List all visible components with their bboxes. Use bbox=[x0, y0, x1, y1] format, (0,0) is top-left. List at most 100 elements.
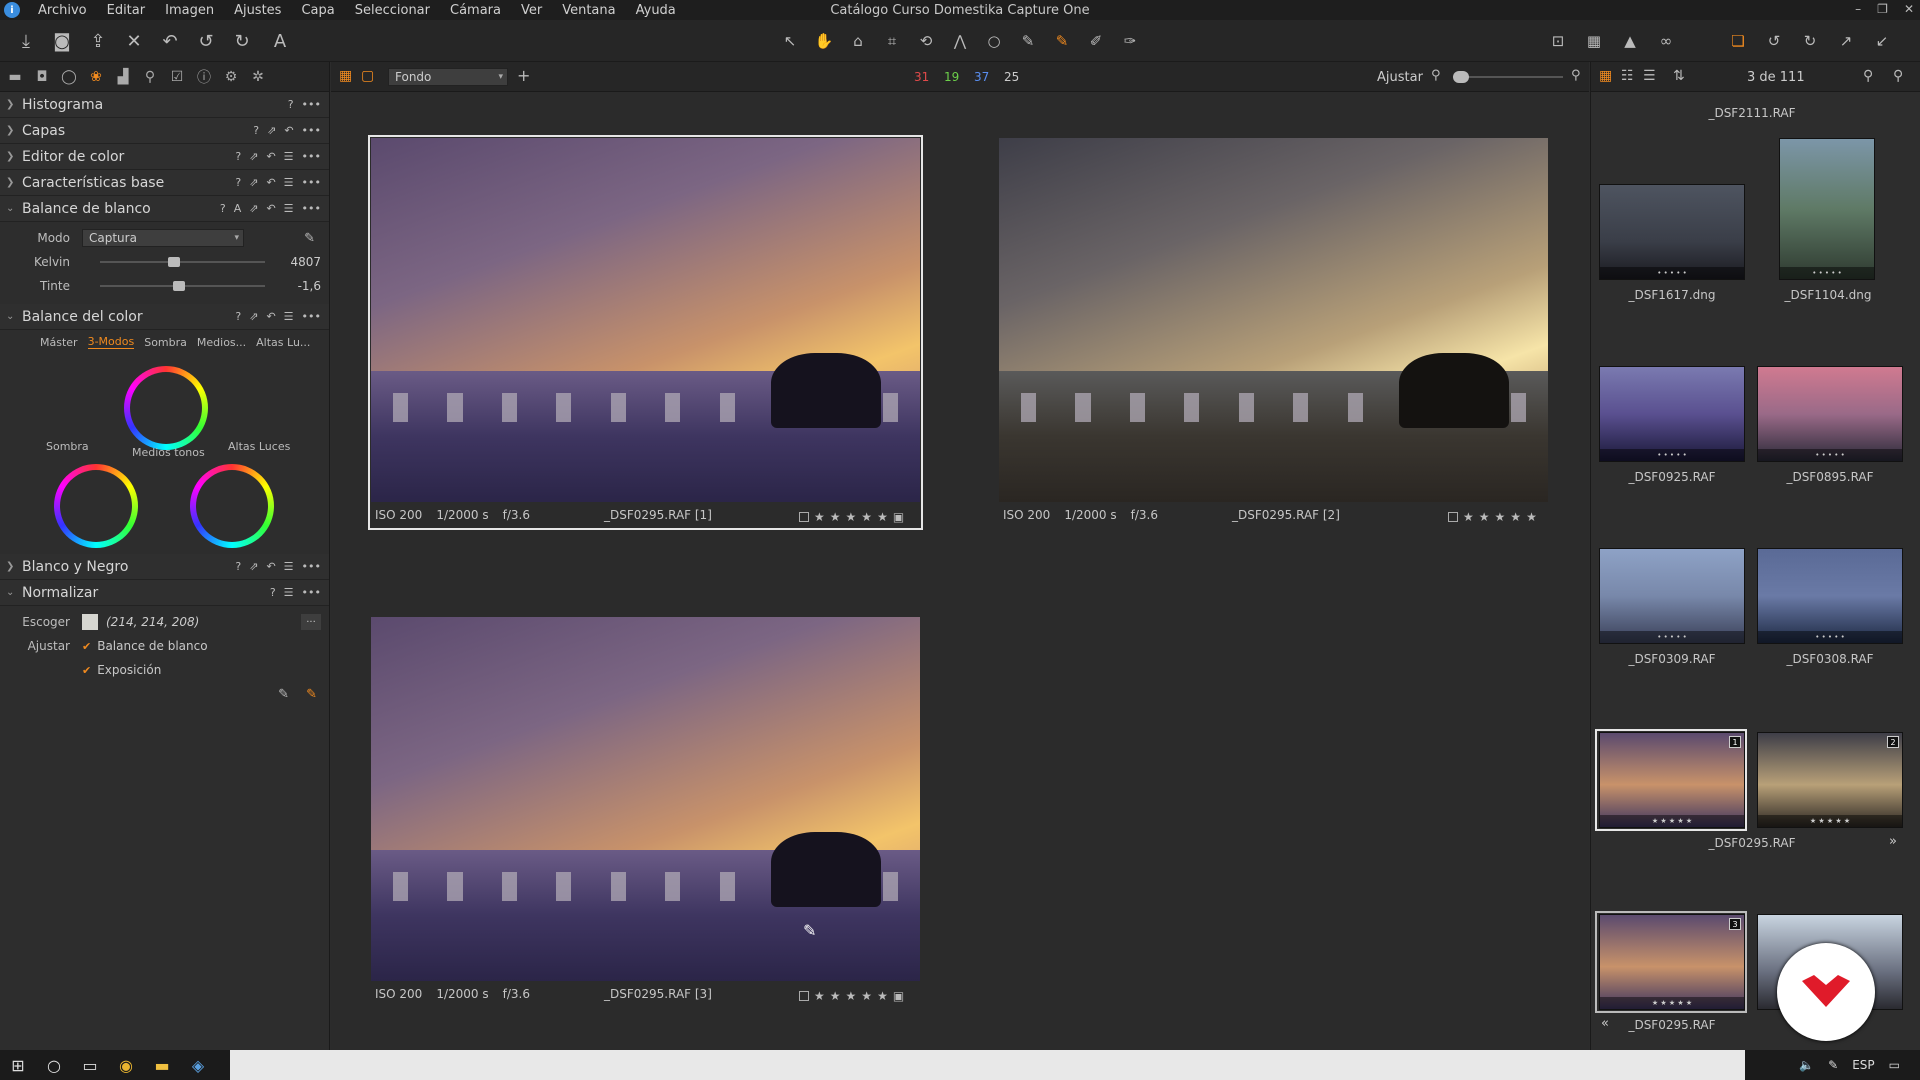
tool-caracteristicas[interactable]: ❯ Características base? ⇗ ↶ ☰ ••• bbox=[0, 170, 329, 196]
tab-sombra[interactable]: Sombra bbox=[144, 336, 187, 349]
import-icon[interactable]: ⤓ bbox=[12, 27, 40, 55]
wb-checkbox[interactable]: ✔ bbox=[82, 640, 91, 653]
file-explorer-icon[interactable]: ▬ bbox=[144, 1050, 180, 1080]
photo-2[interactable] bbox=[999, 138, 1548, 502]
thumb-5[interactable]: • • • • • bbox=[1599, 548, 1745, 644]
menu-editar[interactable]: Editar bbox=[97, 3, 156, 18]
picker-active-icon[interactable]: ✎ bbox=[1048, 27, 1076, 55]
horizontal-scrollbar[interactable] bbox=[230, 1050, 1745, 1080]
help-icon[interactable]: ? bbox=[235, 150, 241, 163]
more-icon[interactable]: ••• bbox=[302, 586, 321, 599]
thumb-7[interactable]: ★ ★ ★ ★ ★ 1 bbox=[1599, 732, 1745, 828]
stack-next-icon[interactable]: » bbox=[1889, 834, 1897, 849]
zoom-out-icon[interactable]: ⚲ bbox=[1431, 68, 1441, 83]
wb-mode-select[interactable]: Captura ▾ bbox=[82, 229, 244, 247]
copy-icon[interactable]: ⇗ bbox=[249, 150, 258, 163]
lens-tab-icon[interactable]: ◯ bbox=[60, 68, 78, 86]
undo-icon[interactable]: ↺ bbox=[192, 27, 220, 55]
add-layer-icon[interactable]: + bbox=[517, 66, 530, 85]
help-icon[interactable]: ? bbox=[253, 124, 259, 137]
wb-picker-icon[interactable]: ✎ bbox=[304, 231, 315, 246]
keystone-icon[interactable]: ⋀ bbox=[946, 27, 974, 55]
camera-icon[interactable]: ◙ bbox=[48, 27, 76, 55]
language-indicator[interactable]: ESP bbox=[1852, 1058, 1874, 1072]
photo-1-rating[interactable]: ★ ★ ★ ★ ★ ▣ bbox=[799, 510, 904, 524]
filmstrip-view-icon[interactable]: ☰ bbox=[1643, 68, 1656, 84]
pen-icon[interactable]: ✎ bbox=[1828, 1058, 1838, 1072]
more-icon[interactable]: ••• bbox=[302, 310, 321, 323]
more-icon[interactable]: ••• bbox=[302, 176, 321, 189]
help-icon[interactable]: ? bbox=[220, 202, 226, 215]
midtones-wheel[interactable] bbox=[124, 366, 208, 450]
menu-ayuda[interactable]: Ayuda bbox=[626, 3, 686, 18]
redo-icon[interactable]: ↻ bbox=[228, 27, 256, 55]
presets-icon[interactable]: ☰ bbox=[284, 560, 294, 573]
apply-normalize-icon[interactable]: ✎ bbox=[306, 687, 317, 702]
help-icon[interactable]: ? bbox=[235, 310, 241, 323]
grid-view-icon[interactable]: ▦ bbox=[1599, 68, 1612, 84]
pan-icon[interactable]: ✋ bbox=[810, 27, 838, 55]
color-tab-icon[interactable]: ❀ bbox=[87, 68, 105, 86]
thumb-3[interactable]: • • • • • bbox=[1599, 366, 1745, 462]
library-tab-icon[interactable]: ▬ bbox=[6, 68, 24, 86]
tool-normalizar[interactable]: ⌄ Normalizar? ☰ ••• bbox=[0, 580, 329, 606]
close-window-icon[interactable]: ✕ bbox=[1904, 2, 1914, 16]
rotate-icon[interactable]: ⟲ bbox=[912, 27, 940, 55]
spot-icon[interactable]: ○ bbox=[980, 27, 1008, 55]
more-icon[interactable]: ••• bbox=[302, 202, 321, 215]
menu-seleccionar[interactable]: Seleccionar bbox=[345, 3, 440, 18]
export-icon[interactable]: ⇪ bbox=[84, 27, 112, 55]
minimize-icon[interactable]: – bbox=[1855, 2, 1861, 16]
search-icon[interactable]: ⚲ bbox=[1893, 68, 1903, 84]
grid-icon[interactable]: ▦ bbox=[1580, 27, 1608, 55]
list-view-icon[interactable]: ☷ bbox=[1621, 68, 1634, 84]
thumb-4[interactable]: • • • • • bbox=[1757, 366, 1903, 462]
proof-icon[interactable]: ⊡ bbox=[1544, 27, 1572, 55]
thumb-1[interactable]: • • • • • bbox=[1599, 184, 1745, 280]
copy-adjust-icon[interactable]: ❏ bbox=[1724, 27, 1752, 55]
more-icon[interactable]: ••• bbox=[302, 150, 321, 163]
tinte-value[interactable]: -1,6 bbox=[271, 279, 321, 293]
notifications-icon[interactable]: ▭ bbox=[1889, 1058, 1900, 1072]
normalize-more-button[interactable]: ... bbox=[301, 614, 321, 630]
menu-imagen[interactable]: Imagen bbox=[155, 3, 224, 18]
select-cursor-icon[interactable]: ↖ bbox=[776, 27, 804, 55]
layer-select[interactable]: Fondo ▾ bbox=[388, 68, 508, 86]
exposure-tab-icon[interactable]: ▟ bbox=[114, 68, 132, 86]
highlights-wheel[interactable] bbox=[190, 464, 274, 548]
reset-icon[interactable]: ↶ bbox=[156, 27, 184, 55]
menu-archivo[interactable]: Archivo bbox=[28, 3, 97, 18]
volume-icon[interactable]: 🔈 bbox=[1799, 1058, 1814, 1072]
photo-2-rating[interactable]: ★ ★ ★ ★ ★ bbox=[1448, 510, 1537, 524]
multi-view-icon[interactable]: ▦ bbox=[339, 68, 352, 84]
single-view-icon[interactable]: ▢ bbox=[361, 68, 374, 84]
help-icon[interactable]: ? bbox=[270, 586, 276, 599]
copy-icon[interactable]: ⇗ bbox=[249, 560, 258, 573]
presets-icon[interactable]: ☰ bbox=[284, 310, 294, 323]
windows-start-icon[interactable]: ⊞ bbox=[0, 1050, 36, 1080]
reset-tool-icon[interactable]: ↶ bbox=[284, 124, 293, 137]
thumb-9[interactable]: ★ ★ ★ ★ ★ 3 bbox=[1599, 914, 1745, 1010]
reset-tool-icon[interactable]: ↶ bbox=[266, 202, 275, 215]
output-tab-icon[interactable]: ⚙ bbox=[222, 68, 240, 86]
copy-icon[interactable]: ⇗ bbox=[249, 176, 258, 189]
crop-icon[interactable]: ⌗ bbox=[878, 27, 906, 55]
more-icon[interactable]: ••• bbox=[302, 560, 321, 573]
presets-icon[interactable]: ☰ bbox=[284, 150, 294, 163]
photo-3-rating[interactable]: ★ ★ ★ ★ ★ ▣ bbox=[799, 989, 904, 1003]
task-view-icon[interactable]: ▭ bbox=[72, 1050, 108, 1080]
presets-icon[interactable]: ☰ bbox=[284, 176, 294, 189]
more-icon[interactable]: ••• bbox=[302, 98, 321, 111]
auto-icon[interactable]: A bbox=[234, 202, 242, 215]
zoom-slider-handle[interactable] bbox=[1453, 71, 1469, 83]
menu-ver[interactable]: Ver bbox=[511, 3, 552, 18]
tab-altas-luces[interactable]: Altas Lu... bbox=[256, 336, 310, 349]
tool-capas[interactable]: ❯ Capas? ⇗ ↶ ••• bbox=[0, 118, 329, 144]
photo-3[interactable]: ✎ bbox=[371, 617, 920, 981]
kelvin-value[interactable]: 4807 bbox=[271, 255, 321, 269]
more-icon[interactable]: ••• bbox=[302, 124, 321, 137]
chrome-icon[interactable]: ◉ bbox=[108, 1050, 144, 1080]
tinte-slider-handle[interactable] bbox=[173, 281, 186, 291]
warning-icon[interactable]: ▲ bbox=[1616, 27, 1644, 55]
reset-tool-icon[interactable]: ↶ bbox=[266, 310, 275, 323]
